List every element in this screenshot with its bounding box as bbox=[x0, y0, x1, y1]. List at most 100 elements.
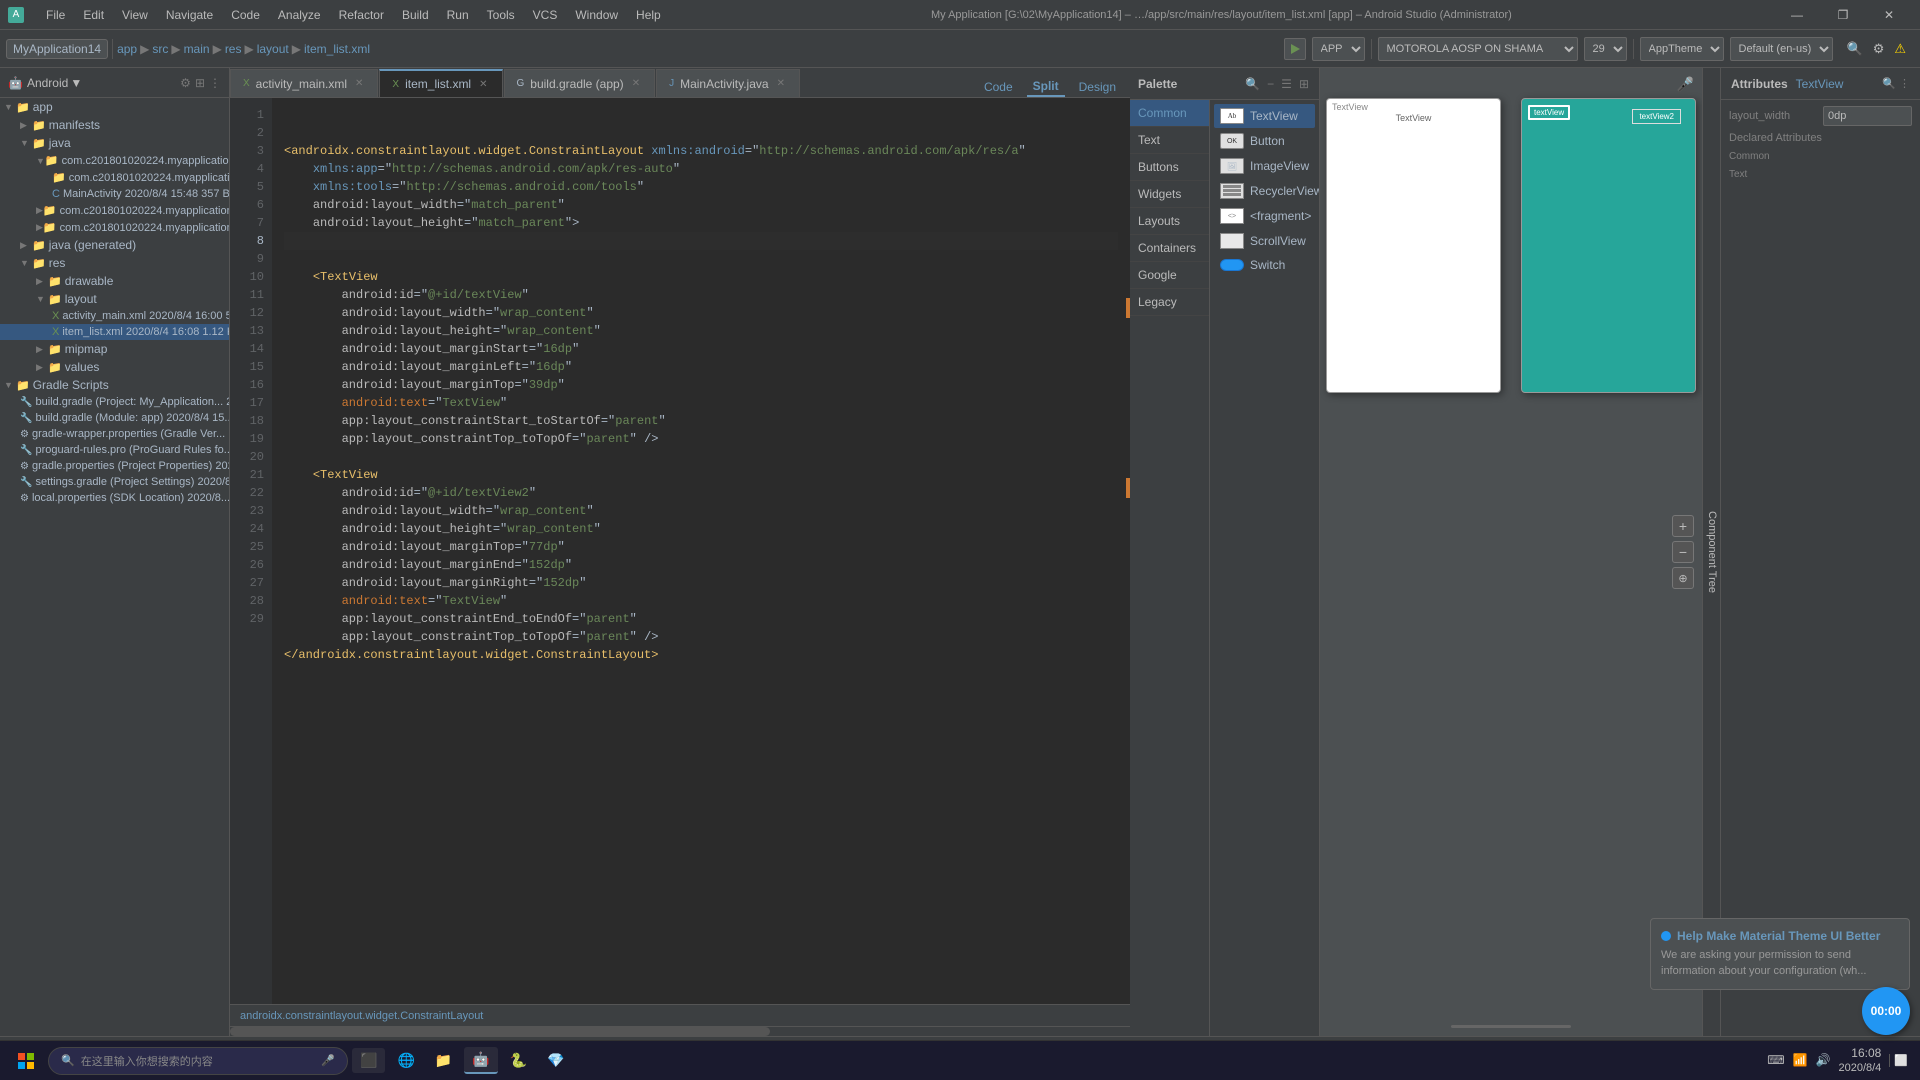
palette-item-recyclerview[interactable]: RecyclerView bbox=[1214, 179, 1315, 203]
sidebar-more-icon[interactable]: ⋮ bbox=[209, 76, 221, 90]
menu-run[interactable]: Run bbox=[439, 6, 477, 24]
tree-item-com1[interactable]: ▼ 📁 com.c201801020224.myapplication bbox=[0, 152, 229, 169]
palette-minus-icon[interactable]: − bbox=[1265, 75, 1276, 93]
breadcrumb-file[interactable]: item_list.xml bbox=[304, 42, 370, 56]
zoom-out-button[interactable]: − bbox=[1672, 541, 1694, 563]
taskbar-mic-icon[interactable]: 🎤 bbox=[321, 1054, 335, 1067]
device-select[interactable]: MOTOROLA AOSP ON SHAMA bbox=[1378, 37, 1578, 61]
taskbar-search[interactable]: 🔍 在这里输入你想搜索的内容 🎤 bbox=[48, 1047, 348, 1075]
toolbar-run-button[interactable] bbox=[1284, 38, 1306, 60]
android-dropdown-icon[interactable]: ▼ bbox=[70, 76, 82, 90]
menu-code[interactable]: Code bbox=[223, 6, 268, 24]
menu-tools[interactable]: Tools bbox=[479, 6, 523, 24]
tree-item-com3[interactable]: ▶ 📁 com.c201801020224.myapplication ( bbox=[0, 202, 229, 219]
tree-item-drawable[interactable]: ▶ 📁 drawable bbox=[0, 272, 229, 290]
sidebar-gear-icon[interactable]: ⚙ bbox=[180, 76, 191, 90]
attr-more-icon[interactable]: ⋮ bbox=[1899, 77, 1910, 90]
attr-search-icon[interactable]: 🔍 bbox=[1882, 77, 1896, 90]
menu-view[interactable]: View bbox=[114, 6, 156, 24]
close-tab-activity-main[interactable]: ✕ bbox=[353, 78, 365, 89]
attr-input-layout-width[interactable] bbox=[1823, 106, 1912, 126]
tray-show-desktop[interactable]: ⬜ bbox=[1889, 1054, 1912, 1067]
breadcrumb-main[interactable]: main bbox=[184, 42, 210, 56]
menu-file[interactable]: File bbox=[38, 6, 73, 24]
palette-item-imageview[interactable]: 🖼 ImageView bbox=[1214, 154, 1315, 178]
tree-item-manifests[interactable]: ▶ 📁 manifests bbox=[0, 116, 229, 134]
run-config-select[interactable]: APP bbox=[1312, 37, 1365, 61]
tree-item-java-gen[interactable]: ▶ 📁 java (generated) bbox=[0, 236, 229, 254]
palette-item-scrollview[interactable]: ScrollView bbox=[1214, 229, 1315, 253]
start-button[interactable] bbox=[8, 1043, 44, 1079]
menu-vcs[interactable]: VCS bbox=[525, 6, 566, 24]
tab-build-gradle[interactable]: G build.gradle (app) ✕ bbox=[504, 69, 656, 97]
toolbar-settings-icon[interactable]: ⚙ bbox=[1869, 39, 1889, 59]
palette-cat-widgets[interactable]: Widgets bbox=[1130, 181, 1209, 208]
code-content[interactable]: <androidx.constraintlayout.widget.Constr… bbox=[272, 98, 1130, 1004]
tab-mainactivity[interactable]: J MainActivity.java ✕ bbox=[656, 69, 800, 97]
zoom-in-button[interactable]: + bbox=[1672, 515, 1694, 537]
close-tab-build-gradle[interactable]: ✕ bbox=[630, 78, 642, 89]
tray-volume-icon[interactable]: 🔊 bbox=[1816, 1053, 1831, 1067]
horizontal-scrollbar[interactable] bbox=[230, 1026, 1130, 1036]
tree-item-com2[interactable]: 📁 com.c201801020224.myapplication bbox=[0, 169, 229, 186]
palette-item-textview[interactable]: Ab TextView bbox=[1214, 104, 1315, 128]
tree-item-com4[interactable]: ▶ 📁 com.c201801020224.myapplication ( bbox=[0, 219, 229, 236]
toolbar-search-icon[interactable]: 🔍 bbox=[1843, 39, 1867, 59]
win-restore-button[interactable]: ❐ bbox=[1820, 0, 1866, 30]
taskbar-item-app1[interactable]: 🐍 bbox=[502, 1048, 535, 1073]
palette-cat-layouts[interactable]: Layouts bbox=[1130, 208, 1209, 235]
palette-item-fragment[interactable]: <> <fragment> bbox=[1214, 204, 1315, 228]
tree-item-values[interactable]: ▶ 📁 values bbox=[0, 358, 229, 376]
split-mode-button[interactable]: Split bbox=[1027, 77, 1065, 97]
theme-select[interactable]: AppTheme bbox=[1640, 37, 1724, 61]
menu-analyze[interactable]: Analyze bbox=[270, 6, 329, 24]
tree-item-mipmap[interactable]: ▶ 📁 mipmap bbox=[0, 340, 229, 358]
taskbar-item-folder[interactable]: 📁 bbox=[427, 1048, 460, 1073]
win-close-button[interactable]: ✕ bbox=[1866, 0, 1912, 30]
menu-edit[interactable]: Edit bbox=[75, 6, 112, 24]
tray-network-icon[interactable]: 📶 bbox=[1793, 1053, 1808, 1067]
locale-select[interactable]: Default (en-us) bbox=[1730, 37, 1833, 61]
tray-keyboard-icon[interactable]: ⌨ bbox=[1767, 1053, 1784, 1067]
tab-item-list[interactable]: X item_list.xml ✕ bbox=[379, 69, 502, 97]
tree-item-mainactivity[interactable]: C MainActivity 2020/8/4 15:48 357 B 2 bbox=[0, 186, 229, 202]
tree-item-item-list[interactable]: X item_list.xml 2020/8/4 16:08 1.12 KB 1… bbox=[0, 324, 229, 340]
palette-cat-legacy[interactable]: Legacy bbox=[1130, 289, 1209, 316]
tree-item-layout[interactable]: ▼ 📁 layout bbox=[0, 290, 229, 308]
timer-button[interactable]: 00:00 bbox=[1862, 987, 1910, 1035]
palette-cat-buttons[interactable]: Buttons bbox=[1130, 154, 1209, 181]
component-tree-panel[interactable]: Component Tree bbox=[1702, 68, 1720, 1036]
palette-item-button[interactable]: OK Button bbox=[1214, 129, 1315, 153]
taskbar-item-android[interactable]: 🤖 bbox=[464, 1047, 497, 1074]
taskbar-item-terminal[interactable]: ⬛ bbox=[352, 1048, 385, 1073]
code-mode-button[interactable]: Code bbox=[978, 78, 1019, 96]
tab-activity-main[interactable]: X activity_main.xml ✕ bbox=[230, 69, 378, 97]
tree-item-build-gradle-app[interactable]: 🔧 build.gradle (Module: app) 2020/8/4 15… bbox=[0, 410, 229, 426]
taskbar-item-app2[interactable]: 💎 bbox=[539, 1048, 572, 1073]
tree-item-activity-main[interactable]: X activity_main.xml 2020/8/4 16:00 57 ..… bbox=[0, 308, 229, 324]
taskbar-item-chrome[interactable]: 🌐 bbox=[389, 1048, 422, 1073]
tree-item-proguard[interactable]: 🔧 proguard-rules.pro (ProGuard Rules fo.… bbox=[0, 442, 229, 458]
tree-item-gradle-wrapper[interactable]: ⚙ gradle-wrapper.properties (Gradle Ver.… bbox=[0, 426, 229, 442]
palette-item-switch[interactable]: Switch bbox=[1214, 254, 1315, 276]
menu-window[interactable]: Window bbox=[567, 6, 626, 24]
tree-item-gradle-scripts[interactable]: ▼ 📁 Gradle Scripts bbox=[0, 376, 229, 394]
win-minimize-button[interactable]: — bbox=[1774, 0, 1820, 30]
zoom-fit-button[interactable]: ⊕ bbox=[1672, 567, 1694, 589]
menu-help[interactable]: Help bbox=[628, 6, 669, 24]
mic-icon[interactable]: 🎤 bbox=[1677, 76, 1694, 93]
tree-item-gradle-props[interactable]: ⚙ gradle.properties (Project Properties)… bbox=[0, 458, 229, 474]
tray-clock[interactable]: 16:08 2020/8/4 bbox=[1838, 1046, 1881, 1076]
palette-search-icon[interactable]: 🔍 bbox=[1243, 75, 1262, 93]
api-level-select[interactable]: 29 bbox=[1584, 37, 1627, 61]
palette-cat-common[interactable]: Common bbox=[1130, 100, 1209, 127]
menu-build[interactable]: Build bbox=[394, 6, 437, 24]
breadcrumb-src[interactable]: src bbox=[152, 42, 168, 56]
tree-item-build-gradle-proj[interactable]: 🔧 build.gradle (Project: My_Application.… bbox=[0, 394, 229, 410]
menu-navigate[interactable]: Navigate bbox=[158, 6, 221, 24]
palette-cat-containers[interactable]: Containers bbox=[1130, 235, 1209, 262]
breadcrumb-app[interactable]: app bbox=[117, 42, 137, 56]
close-tab-mainactivity[interactable]: ✕ bbox=[775, 78, 787, 89]
scrollbar-thumb-h[interactable] bbox=[230, 1027, 770, 1036]
palette-layout-list-icon[interactable]: ☰ bbox=[1279, 75, 1294, 93]
